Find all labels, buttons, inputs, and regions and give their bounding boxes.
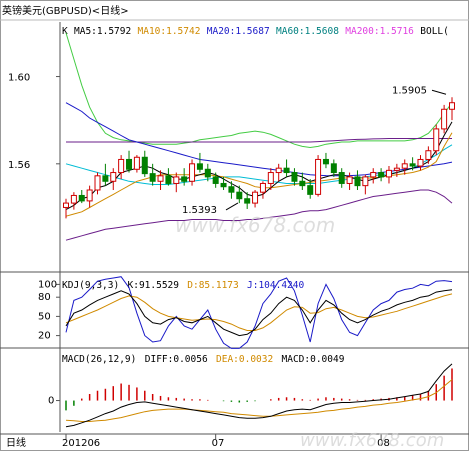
candle-body-10 (141, 156, 148, 175)
candle-body-45 (417, 158, 424, 167)
candle-body-40 (378, 172, 385, 178)
candle-body-19 (212, 176, 219, 184)
y-tick-label-0: 1.60 (8, 73, 30, 84)
candle-body-8 (126, 158, 133, 170)
y-tick-label-1: 1.56 (8, 160, 30, 171)
ma-legend-5: BOLL( (420, 26, 449, 37)
candle-body-18 (204, 168, 211, 178)
low-annotation-arrow (225, 202, 239, 211)
kdj-tick-label-0: 100 (38, 279, 57, 290)
candle-body-27 (275, 167, 282, 174)
candle-body-26 (267, 172, 274, 184)
kdj-tick-label-2: 50 (38, 311, 51, 322)
macd-legend-2: MACD:0.0049 (282, 354, 345, 365)
candle-body-7 (118, 158, 125, 174)
candle-body-49 (449, 102, 455, 110)
candle-body-31 (307, 185, 314, 195)
kdj-tick-label-1: 80 (38, 292, 51, 303)
candle-body-48 (441, 108, 448, 130)
macd-zero-label: 0 (48, 396, 54, 407)
candle-body-3 (86, 189, 93, 202)
candle-body-15 (181, 176, 188, 182)
candle-body-12 (157, 175, 164, 182)
kdj-tick-label-3: 20 (38, 331, 51, 342)
window-title: 英镑美元(GBPUSD)<日线> (2, 4, 129, 17)
candle-body-2 (78, 194, 85, 202)
x-tick-label-0: 201206 (62, 438, 100, 449)
candle-body-9 (133, 156, 140, 170)
candle-body-38 (362, 176, 369, 187)
candle-body-23 (244, 198, 251, 204)
candle-body-28 (283, 167, 290, 174)
high-annotation: 1.5905 (392, 85, 427, 96)
candle-body-20 (220, 182, 227, 188)
candle-body-6 (110, 172, 117, 182)
candle-body-0 (63, 202, 69, 208)
candle-body-24 (252, 191, 259, 204)
high-annotation-arrow (431, 89, 447, 95)
ma-legend-3: MA60:1.5608 (276, 26, 339, 37)
candle-body-1 (70, 194, 77, 204)
candle-body-22 (236, 191, 243, 200)
kdj-legend-0: K:91.5529 (128, 280, 180, 291)
candle-body-35 (338, 172, 345, 184)
candle-body-4 (94, 175, 101, 191)
candle-body-11 (149, 173, 156, 182)
candle-body-21 (228, 186, 235, 193)
candle-body-29 (291, 172, 298, 182)
chart-canvas: 英镑美元(GBPUSD)<日线>K MA5:1.5792 MA10:1.5742 MA… (0, 0, 469, 451)
ma-legend-2: MA20:1.5687 (207, 26, 270, 37)
x-tick-label-1: 07 (212, 438, 225, 449)
ma-legend-0: MA5:1.5792 (74, 26, 131, 37)
macd-legend-1: DEA:0.0032 (216, 354, 273, 365)
candle-body-37 (354, 176, 361, 187)
candle-body-32 (315, 158, 322, 195)
candle-body-39 (370, 172, 377, 178)
candle-body-44 (409, 163, 416, 167)
ma-legend-4: MA200:1.5716 (345, 26, 414, 37)
macd-dea-line (65, 379, 453, 422)
candle-body-46 (425, 150, 432, 160)
kdj-label: KDJ(9,3,3) (62, 280, 119, 291)
candle-body-41 (385, 169, 392, 178)
candle-body-30 (299, 180, 306, 187)
candle-body-14 (173, 176, 180, 184)
ma-legend-1: MA10:1.5742 (138, 26, 201, 37)
watermark-main: www.fx678.com (175, 213, 335, 237)
macd-label: MACD(26,12,9) (62, 354, 136, 365)
candle-body-5 (102, 175, 109, 182)
chart-window: 英镑美元(GBPUSD)<日线> K MA5:1.5792 MA10:1.5742 MA… (0, 0, 469, 451)
candle-body-33 (322, 158, 329, 165)
candle-body-42 (393, 167, 400, 171)
candle-body-47 (433, 128, 440, 152)
kdj-legend-1: D:85.1173 (187, 280, 238, 291)
candle-body-17 (196, 163, 203, 170)
ma10-line (65, 132, 453, 217)
candle-body-43 (401, 163, 408, 169)
candle-body-13 (165, 175, 172, 184)
x-axis-period-label: 日线 (6, 436, 26, 449)
candle-body-36 (346, 176, 353, 184)
candle-body-34 (330, 163, 337, 174)
watermark-bottom: www.fx678.com (300, 430, 444, 451)
candle-body-16 (189, 163, 196, 182)
macd-legend-0: DIFF:0.0056 (145, 354, 208, 365)
candle-body-25 (259, 182, 266, 193)
